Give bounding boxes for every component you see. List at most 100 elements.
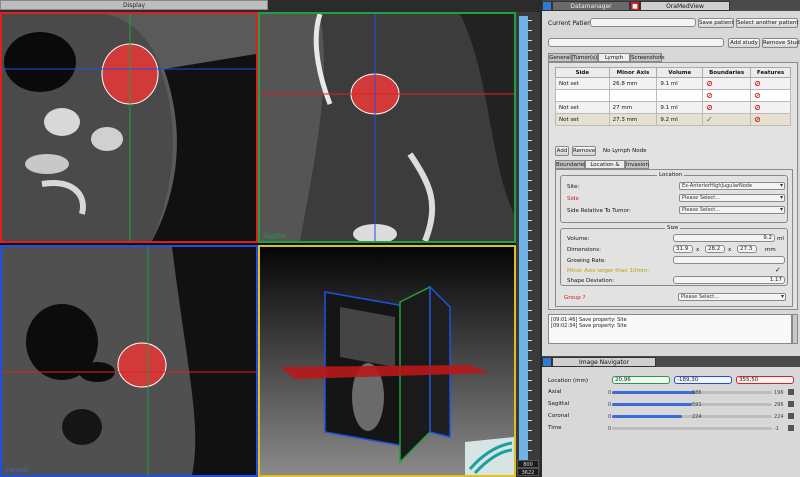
dimension-x-field[interactable]: 31.9 xyxy=(673,245,693,253)
slider-spinbox[interactable] xyxy=(788,401,794,407)
slider-spinbox[interactable] xyxy=(788,389,794,395)
location-x-field[interactable]: 20,96 xyxy=(612,376,670,384)
dim-sep-1: x xyxy=(696,247,700,253)
location-title: Location xyxy=(657,172,685,178)
ruler-tick xyxy=(528,40,532,41)
add-study-button[interactable]: Add study xyxy=(728,38,760,48)
col-features[interactable]: Features xyxy=(750,67,791,78)
select-patient-button[interactable]: Select another patient ... xyxy=(736,18,800,28)
ruler-tick xyxy=(528,240,532,241)
col-minor-axis[interactable]: Minor Axis xyxy=(608,67,658,78)
ruler-tick xyxy=(528,440,532,441)
ruler-tick xyxy=(528,400,532,401)
group-n-select[interactable]: Please Select... xyxy=(678,293,786,301)
ruler-tick xyxy=(528,190,532,191)
axial-viewport[interactable] xyxy=(0,12,258,243)
ruler-tick xyxy=(528,450,532,451)
ruler-tick xyxy=(528,110,532,111)
location-z-field[interactable]: 355,50 xyxy=(736,376,794,384)
level-window-bar[interactable] xyxy=(519,16,528,466)
tab-lymph-nodes[interactable]: Lymph Nodes xyxy=(598,53,630,69)
slider-min-value: 0 xyxy=(608,390,612,396)
tab-oramedview[interactable]: OraMedView xyxy=(640,1,730,11)
ruler-tick xyxy=(528,210,532,211)
lymph-node-row[interactable]: Not set 27 mm 9.1 ml ⊘ ⊘ xyxy=(555,101,791,114)
window-value-top[interactable]: 800 xyxy=(517,460,539,468)
log-area[interactable]: [09:01:46] Save property: Site [09:02:34… xyxy=(548,314,792,344)
tab-screenshots[interactable]: Screenshots xyxy=(630,53,665,62)
sagittal-viewport[interactable]: Sagittal xyxy=(258,12,516,243)
slider-spinbox[interactable] xyxy=(788,413,794,419)
side-relative-select[interactable]: Please Select... xyxy=(679,206,785,214)
ruler-tick xyxy=(528,140,532,141)
navigator-slider-track[interactable] xyxy=(612,427,772,430)
ruler-tick xyxy=(528,100,532,101)
study-select[interactable] xyxy=(548,38,724,47)
tab-datamanager[interactable]: Datamanager xyxy=(552,1,630,11)
shape-deviation-label: Shape Deviation: xyxy=(567,278,615,284)
ruler-tick xyxy=(528,60,532,61)
ruler-tick xyxy=(528,90,532,91)
cell-features[interactable]: ⊘ xyxy=(750,101,791,114)
ruler-tick xyxy=(528,130,532,131)
cell-features[interactable]: ⊘ xyxy=(750,89,791,102)
slider-value: 296 xyxy=(774,402,784,408)
col-boundaries[interactable]: Boundaries xyxy=(702,67,752,78)
log-scrollbar[interactable] xyxy=(792,314,798,344)
cell-boundaries[interactable]: ⊘ xyxy=(702,77,752,90)
navigator-slider-label: Coronal xyxy=(548,413,570,419)
datamanager-icon[interactable] xyxy=(542,1,552,11)
location-y-field[interactable]: -189,30 xyxy=(674,376,732,384)
lymph-node-row[interactable]: Not set 26.8 mm 9.1 ml ⊘ ⊘ xyxy=(555,77,791,90)
location-group: Location Site: Ex-AnteriorHighJugularNod… xyxy=(560,172,788,223)
ruler-tick xyxy=(528,260,532,261)
threed-render xyxy=(260,247,514,475)
lymph-node-row[interactable]: Not set 27.3 mm 9.2 ml ✓ ⊘ xyxy=(555,113,791,126)
tab-boundaries[interactable]: Boundaries xyxy=(555,160,587,169)
ruler-tick xyxy=(528,230,532,231)
forbidden-icon: ⊘ xyxy=(706,103,713,112)
tab-location-size[interactable]: Location & Size xyxy=(585,160,625,176)
col-volume[interactable]: Volume xyxy=(656,67,704,78)
cell-boundaries[interactable]: ⊘ xyxy=(702,89,752,102)
cell-boundaries[interactable]: ✓ xyxy=(702,113,752,126)
cell-boundaries[interactable]: ⊘ xyxy=(702,101,752,114)
volume-field[interactable]: 9.2 xyxy=(673,234,775,242)
growing-rate-label: Growing Rate: xyxy=(567,258,606,264)
threed-viewport[interactable] xyxy=(258,245,516,477)
col-side[interactable]: Side xyxy=(555,67,610,78)
side-select[interactable]: Please Select... xyxy=(679,194,785,202)
shape-deviation-field[interactable]: 1.17 xyxy=(673,276,785,284)
cell-side: Not set xyxy=(555,113,610,126)
ruler-tick xyxy=(528,20,532,21)
oramedview-icon[interactable]: ■ xyxy=(630,1,640,11)
ruler-tick xyxy=(528,430,532,431)
site-select[interactable]: Ex-AnteriorHighJugularNode xyxy=(679,182,785,190)
coronal-viewport[interactable]: Coronal xyxy=(0,245,258,477)
cell-features[interactable]: ⊘ xyxy=(750,113,791,126)
remove-study-button[interactable]: Remove Study xyxy=(762,38,800,48)
lymph-node-panel: Side Minor Axis Volume Boundaries Featur… xyxy=(548,62,798,310)
cell-features[interactable]: ⊘ xyxy=(750,77,791,90)
save-patient-button[interactable]: Save patient xyxy=(698,18,734,28)
tab-image-navigator[interactable]: Image Navigator xyxy=(552,357,656,367)
remove-lymph-node-button[interactable]: Remove xyxy=(572,146,596,156)
slider-mid-value: 186 xyxy=(692,390,702,396)
ruler-tick xyxy=(528,200,532,201)
tab-general[interactable]: General xyxy=(548,53,572,62)
lymph-node-row[interactable]: ⊘ ⊘ xyxy=(555,89,791,102)
level-window-slider[interactable]: 800 3622 xyxy=(516,12,540,476)
navigator-icon[interactable] xyxy=(542,357,552,367)
current-patient-field[interactable] xyxy=(590,18,696,27)
cell-side: Not set xyxy=(555,101,610,114)
dimension-z-field[interactable]: 27.3 xyxy=(737,245,757,253)
dimension-y-field[interactable]: 28.2 xyxy=(705,245,725,253)
tab-tumors[interactable]: Tumor(s) xyxy=(572,53,598,62)
add-lymph-node-button[interactable]: Add xyxy=(555,146,569,156)
growing-rate-field[interactable] xyxy=(673,256,785,264)
lymph-node-table[interactable]: Side Minor Axis Volume Boundaries Featur… xyxy=(555,67,791,126)
slider-value: -1 xyxy=(774,426,779,432)
tab-invasion[interactable]: Invasion xyxy=(625,160,649,169)
slider-spinbox[interactable] xyxy=(788,425,794,431)
window-value-bottom[interactable]: 3622 xyxy=(517,468,539,476)
